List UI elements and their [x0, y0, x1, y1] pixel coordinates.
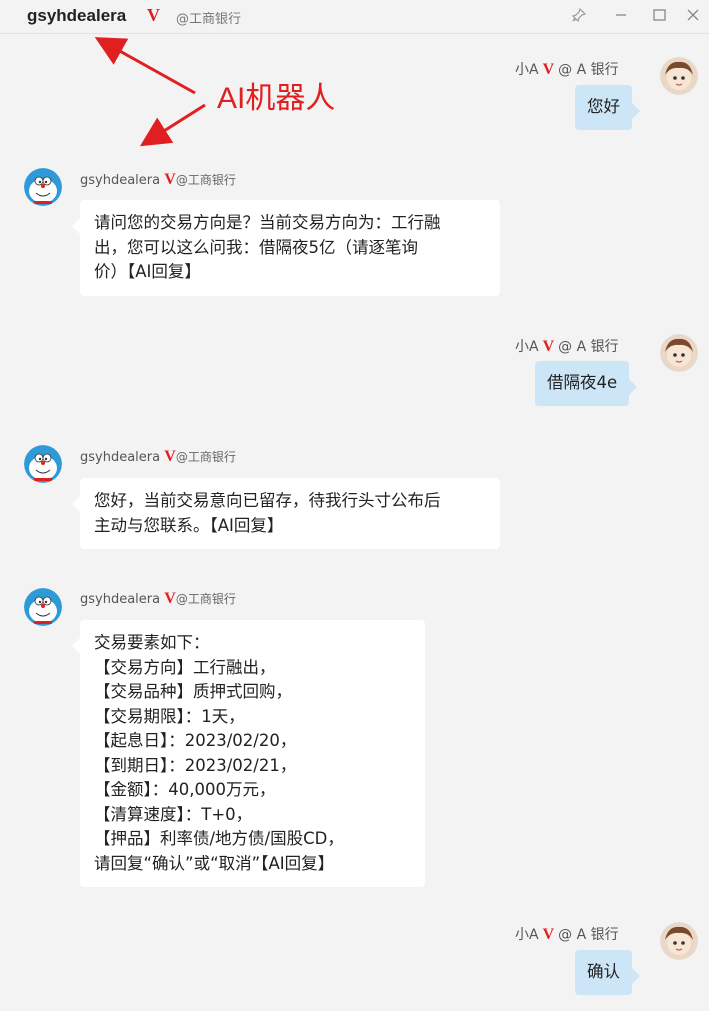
message-line: 请问您的交易方向是？当前交易方向为：工行融: [94, 213, 441, 232]
bot-name-line: gsyhdealera V@工商银行: [80, 171, 236, 189]
my-avatar[interactable]: [660, 57, 698, 95]
annotation-label: AI机器人: [217, 82, 336, 115]
maximize-icon[interactable]: [646, 2, 672, 28]
message-text: 您好: [587, 97, 620, 116]
message-bubble-bot[interactable]: 请问您的交易方向是？当前交易方向为：工行融 出，您可以这么问我：借隔夜5亿（请逐…: [72, 200, 500, 296]
message-bubble-me[interactable]: 借隔夜4e: [535, 361, 638, 406]
message-line: 【交易期限】：1天，: [94, 706, 245, 726]
pin-icon[interactable]: [566, 2, 592, 28]
message-bubble-me[interactable]: 您好: [575, 85, 640, 130]
my-org: @ A 银行: [558, 927, 619, 943]
my-name: 小A: [515, 339, 539, 355]
message-line: 【清算速度】：T+0，: [94, 804, 253, 824]
bot-name-line: gsyhdealera V@工商银行: [80, 448, 236, 466]
chat-org: @工商银行: [176, 12, 242, 27]
bot-avatar[interactable]: [24, 588, 62, 626]
message-line: 【金额】：40,000万元，: [94, 780, 276, 799]
message-bubble-me[interactable]: 确认: [575, 950, 640, 995]
bot-org: @工商银行: [175, 450, 236, 464]
message-line: 【押品】利率债/地方债/国股CD，: [94, 829, 344, 848]
verified-badge: V: [542, 61, 555, 78]
bot-name-line: gsyhdealera V@工商银行: [80, 590, 236, 608]
message-line: 【交易品种】质押式回购，: [94, 682, 292, 701]
my-name: 小A: [515, 62, 539, 78]
my-name-line: 小A V @ A 银行: [515, 59, 619, 79]
message-line: 【到期日】：2023/02/21，: [94, 755, 297, 775]
message-bubble-bot[interactable]: 交易要素如下： 【交易方向】工行融出， 【交易品种】质押式回购， 【交易期限】：…: [72, 620, 425, 887]
message-line: 【起息日】：2023/02/20，: [94, 731, 297, 750]
close-icon[interactable]: [680, 2, 706, 28]
title-bar: gsyhdealera V @工商银行: [0, 0, 709, 34]
my-name: 小A: [515, 927, 539, 943]
verified-badge: V: [164, 448, 176, 465]
my-org: @ A 银行: [558, 62, 619, 78]
bot-name: gsyhdealera: [80, 592, 161, 607]
message-text: 借隔夜4e: [547, 373, 618, 392]
annotation-arrow-bot: [139, 103, 206, 147]
chat-title[interactable]: gsyhdealera: [27, 6, 126, 26]
bot-name: gsyhdealera: [80, 450, 161, 465]
my-name-line: 小A V @ A 银行: [515, 924, 619, 944]
verified-badge: V: [164, 590, 176, 607]
minimize-icon[interactable]: [608, 2, 634, 28]
annotation-arrow-title: [94, 37, 196, 95]
my-name-line: 小A V @ A 银行: [515, 336, 619, 356]
message-line: 请回复“确认”或“取消”【AI回复】: [94, 853, 335, 873]
verified-badge: V: [164, 171, 176, 188]
message-bubble-bot[interactable]: 您好，当前交易意向已留存，待我行头寸公布后 主动与您联系。【AI回复】: [72, 478, 500, 549]
bot-org: @工商银行: [175, 592, 236, 606]
verified-badge: V: [147, 5, 160, 25]
message-line: 价）【AI回复】: [94, 262, 201, 281]
bot-org: @工商银行: [175, 173, 236, 187]
my-org: @ A 银行: [558, 339, 619, 355]
message-line: 您好，当前交易意向已留存，待我行头寸公布后: [94, 491, 441, 510]
bot-name: gsyhdealera: [80, 173, 161, 188]
message-line: 交易要素如下：: [94, 633, 210, 652]
my-avatar[interactable]: [660, 922, 698, 960]
message-line: 【交易方向】工行融出，: [94, 657, 276, 677]
verified-badge: V: [542, 926, 555, 943]
message-text: 确认: [587, 962, 620, 981]
message-line: 出，您可以这么问我：借隔夜5亿（请逐笔询: [94, 237, 418, 257]
bot-avatar[interactable]: [24, 445, 62, 483]
message-line: 主动与您联系。【AI回复】: [94, 515, 284, 535]
verified-badge: V: [542, 338, 555, 355]
bot-avatar[interactable]: [24, 168, 62, 206]
my-avatar[interactable]: [660, 334, 698, 372]
